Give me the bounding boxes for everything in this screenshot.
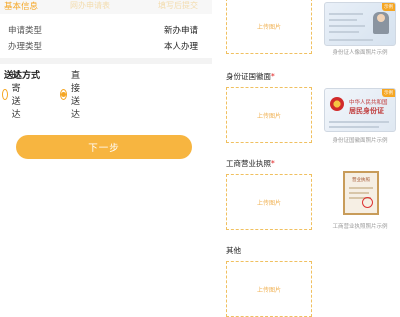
portrait-photo bbox=[373, 12, 389, 34]
national-emblem-icon bbox=[330, 97, 344, 111]
sample-caption: 身份证人像面照片示例 bbox=[332, 50, 388, 56]
radio-label[interactable]: 直接送达 bbox=[71, 68, 84, 120]
sample-tag: 示例 bbox=[382, 89, 395, 97]
upload-hint: 上传图片 bbox=[256, 112, 281, 120]
upload-business-license[interactable]: 上传图片 bbox=[226, 174, 312, 230]
section-header-basic-info: 基本信息 网办申请表 填写后提交 bbox=[0, 0, 212, 14]
radio-mail-delivery[interactable]: 邮寄送达 bbox=[2, 71, 26, 120]
required-asterisk: * bbox=[271, 159, 275, 168]
info-row-value: 本人办理 bbox=[163, 42, 198, 52]
application-form-panel: 基本信息 网办申请表 填写后提交 申请类型 新办申请 办理类型 本人办理 送达方… bbox=[0, 0, 212, 280]
section-divider bbox=[0, 58, 212, 64]
field-label-id-back: 身份证国徽面* bbox=[226, 71, 275, 82]
id-front-sample-image: 示例 bbox=[324, 2, 396, 46]
field-label-text: 身份证国徽面 bbox=[226, 72, 271, 81]
section-title: 基本信息 bbox=[4, 2, 39, 12]
upload-id-back[interactable]: 上传图片 bbox=[226, 87, 312, 143]
radio-circle-selected[interactable] bbox=[60, 88, 67, 100]
info-row-key: 办理类型 bbox=[8, 42, 43, 52]
radio-dot bbox=[61, 91, 66, 97]
business-license-sample-image: 营业执照 bbox=[343, 171, 379, 215]
radio-direct-delivery[interactable]: 直接送达 bbox=[60, 71, 84, 120]
upload-hint: 上传图片 bbox=[256, 23, 281, 31]
field-label-text: 工商营业执照 bbox=[226, 159, 271, 168]
faint-header-label: 填写后提交 bbox=[158, 1, 198, 10]
field-label-other: 其他 bbox=[226, 245, 241, 256]
upload-hint: 上传图片 bbox=[256, 286, 281, 294]
upload-panel: 上传图片 示例 身份证人像面照片示例 身份证国徽面* 上传图片 示例 中华人民共… bbox=[212, 0, 400, 317]
info-row-apply-type: 申请类型 新办申请 bbox=[4, 24, 202, 38]
next-step-button[interactable]: 下一步 bbox=[16, 135, 192, 159]
field-label-business-license: 工商营业执照* bbox=[226, 158, 275, 169]
id-back-sample-image: 示例 中华人民共和国 居民身份证 bbox=[324, 88, 396, 132]
radio-circle[interactable] bbox=[2, 88, 8, 100]
stamp-icon bbox=[362, 197, 373, 208]
radio-label[interactable]: 邮寄送达 bbox=[12, 68, 26, 120]
info-row-value: 新办申请 bbox=[163, 26, 198, 36]
upload-hint: 上传图片 bbox=[256, 199, 281, 207]
card-back-title: 中华人民共和国 bbox=[349, 100, 388, 106]
card-back-subtitle: 居民身份证 bbox=[349, 107, 384, 115]
required-asterisk: * bbox=[271, 72, 275, 81]
field-label-text: 其他 bbox=[226, 246, 241, 255]
upload-other[interactable]: 上传图片 bbox=[226, 261, 312, 317]
info-row-handle-type: 办理类型 本人办理 bbox=[4, 40, 202, 54]
license-title: 营业执照 bbox=[352, 178, 370, 183]
sample-tag: 示例 bbox=[382, 3, 395, 11]
faint-header-label: 网办申请表 bbox=[70, 1, 110, 10]
sample-caption: 身份证国徽面照片示例 bbox=[332, 138, 388, 144]
upload-id-front[interactable]: 上传图片 bbox=[226, 0, 312, 54]
sample-caption: 工商营业执照照片示例 bbox=[332, 224, 388, 230]
info-row-key: 申请类型 bbox=[8, 26, 43, 36]
